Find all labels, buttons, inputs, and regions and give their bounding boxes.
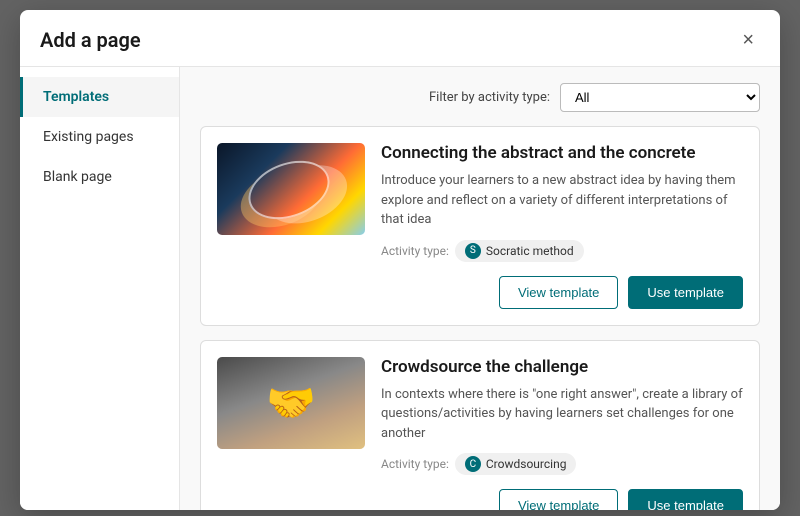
view-template-crowd-button[interactable]: View template [499,489,618,510]
sidebar-item-existing-pages[interactable]: Existing pages [20,117,179,157]
activity-type-row-abstract: Activity type: S Socratic method [381,240,743,262]
activity-badge-abstract: S Socratic method [455,240,584,262]
card-actions-crowd: View template Use template [217,489,743,510]
template-card-crowd: Crowdsource the challenge In contexts wh… [200,340,760,511]
card-title-crowd: Crowdsource the challenge [381,357,743,377]
activity-type-filter[interactable]: All Socratic method Crowdsourcing Debate… [560,83,760,112]
add-page-modal: Add a page × Templates Existing pages Bl… [20,10,780,510]
socratic-icon: S [465,243,481,259]
modal-overlay: Add a page × Templates Existing pages Bl… [0,0,800,516]
activity-label-crowd: Activity type: [381,457,449,471]
card-image-crowd [217,357,365,449]
template-card-abstract: Connecting the abstract and the concrete… [200,126,760,326]
card-top-crowd: Crowdsource the challenge In contexts wh… [217,357,743,476]
card-desc-abstract: Introduce your learners to a new abstrac… [381,171,743,230]
card-actions-abstract: View template Use template [217,276,743,309]
card-image-abstract [217,143,365,235]
card-desc-crowd: In contexts where there is "one right an… [381,385,743,444]
activity-badge-crowd: C Crowdsourcing [455,453,577,475]
view-template-abstract-button[interactable]: View template [499,276,618,309]
use-template-crowd-button[interactable]: Use template [628,489,743,510]
modal-header: Add a page × [20,10,780,67]
modal-body: Templates Existing pages Blank page Filt… [20,67,780,510]
modal-title: Add a page [40,28,141,52]
filter-bar: Filter by activity type: All Socratic me… [200,83,760,112]
activity-type-row-crowd: Activity type: C Crowdsourcing [381,453,743,475]
card-info-abstract: Connecting the abstract and the concrete… [381,143,743,262]
card-info-crowd: Crowdsource the challenge In contexts wh… [381,357,743,476]
crowdsourcing-icon: C [465,456,481,472]
content-area: Filter by activity type: All Socratic me… [180,67,780,510]
sidebar: Templates Existing pages Blank page [20,67,180,510]
sidebar-item-blank-page[interactable]: Blank page [20,157,179,197]
sidebar-item-templates[interactable]: Templates [20,77,179,117]
use-template-abstract-button[interactable]: Use template [628,276,743,309]
card-title-abstract: Connecting the abstract and the concrete [381,143,743,163]
filter-label: Filter by activity type: [429,90,550,105]
activity-label-abstract: Activity type: [381,244,449,258]
close-button[interactable]: × [736,28,760,52]
card-top-abstract: Connecting the abstract and the concrete… [217,143,743,262]
